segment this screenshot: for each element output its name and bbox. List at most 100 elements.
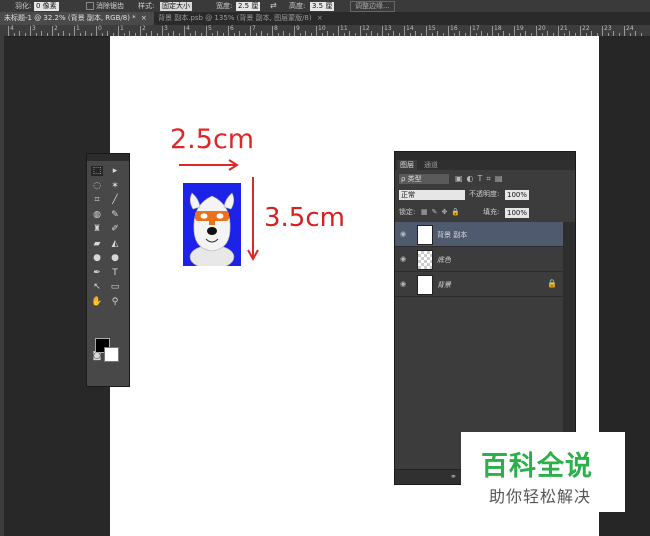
- feather-label: 羽化:: [15, 2, 32, 10]
- ruler-label: 7: [252, 25, 256, 32]
- layers-panel-header[interactable]: [395, 152, 575, 160]
- link-layers-icon[interactable]: ⚭: [450, 472, 457, 481]
- ruler-label: 0: [98, 25, 102, 32]
- ruler-minor-tick: [24, 33, 26, 36]
- brush-icon[interactable]: ✎: [109, 210, 121, 220]
- layer-thumbnail: [417, 225, 433, 245]
- ruler-tick: [558, 26, 559, 36]
- opacity-input[interactable]: 100%: [505, 190, 529, 200]
- ruler-label: 2: [142, 25, 146, 32]
- ruler-minor-tick: [35, 33, 37, 36]
- layer-name: 背景 副本: [437, 231, 468, 239]
- dodge-icon[interactable]: ●: [109, 253, 121, 263]
- tab-label: 未标题-1 @ 32.2% (背景 副本, RGB/8) *: [4, 14, 136, 22]
- ruler-tick: [470, 26, 471, 36]
- lock-options-icons[interactable]: ▦✎✥🔒: [421, 207, 464, 218]
- clone-stamp-icon[interactable]: ♜: [91, 224, 103, 234]
- ruler-label: 18: [494, 25, 502, 32]
- layer-filter-icons[interactable]: ▣◐T⌗▤: [455, 173, 507, 184]
- ruler-tick: [272, 26, 273, 36]
- ruler-label: 8: [274, 25, 278, 32]
- magic-wand-icon[interactable]: ✶: [109, 181, 121, 191]
- healing-brush-icon[interactable]: ◍: [91, 210, 103, 220]
- ruler-label: 23: [604, 25, 612, 32]
- path-selection-icon[interactable]: ↖: [91, 282, 103, 292]
- ruler-tick: [404, 26, 405, 36]
- ruler-minor-tick: [68, 33, 70, 36]
- ruler-tick: [162, 26, 163, 36]
- type-icon[interactable]: T: [109, 268, 121, 278]
- ruler-tick: [382, 26, 383, 36]
- ruler-tick: [52, 26, 53, 36]
- zoom-icon[interactable]: ⚲: [109, 297, 121, 307]
- ruler-tick: [426, 26, 427, 36]
- ruler-label: 12: [362, 25, 370, 32]
- paint-bucket-icon[interactable]: ◭: [109, 239, 121, 249]
- eraser-icon[interactable]: ▰: [91, 239, 103, 249]
- ruler-label: 16: [450, 25, 458, 32]
- tab-background-copy-psb[interactable]: 背景 副本.psb @ 135% (背景 副本, 图层蒙版/8) ×: [154, 12, 338, 25]
- ruler-label: 13: [384, 25, 392, 32]
- shape-icon[interactable]: ▭: [109, 282, 121, 292]
- tools-panel: ⬚▸◌✶⌗╱◍✎♜✐▰◭●●✒T↖▭✋⚲◙▣: [86, 153, 130, 387]
- height-label: 高度:: [289, 2, 306, 10]
- history-brush-icon[interactable]: ✐: [109, 224, 121, 234]
- antialias-checkbox[interactable]: [86, 2, 94, 10]
- height-input[interactable]: 3.5 厘: [310, 2, 335, 11]
- vertical-ruler[interactable]: [0, 36, 4, 536]
- ruler-tick: [294, 26, 295, 36]
- layer-row-background[interactable]: ◉ 背景 🔒: [395, 272, 563, 297]
- watermark: 百科全说 助你轻松解决: [461, 432, 625, 512]
- ruler-minor-tick: [13, 33, 15, 36]
- tab-channels[interactable]: 通道: [421, 160, 441, 170]
- ruler-label: 11: [340, 25, 348, 32]
- tab-untitled-1[interactable]: 未标题-1 @ 32.2% (背景 副本, RGB/8) * ×: [0, 12, 154, 25]
- ruler-tick: [316, 26, 317, 36]
- document-tab-bar: 未标题-1 @ 32.2% (背景 副本, RGB/8) * × 背景 副本.p…: [0, 12, 650, 25]
- ruler-tick: [448, 26, 449, 36]
- width-input[interactable]: 2.5 厘: [236, 2, 261, 11]
- ruler-label: 1: [76, 25, 80, 32]
- fill-input[interactable]: 100%: [505, 208, 529, 218]
- move-icon[interactable]: ▸: [109, 166, 121, 176]
- layer-row-base-color[interactable]: ◉ 底色: [395, 247, 563, 272]
- layer-thumbnail: [417, 275, 433, 295]
- crop-icon[interactable]: ⌗: [91, 195, 103, 205]
- antialias-label: 消除锯齿: [96, 2, 124, 10]
- marquee-icon[interactable]: ⬚: [91, 166, 103, 176]
- eye-icon[interactable]: ◉: [400, 255, 406, 263]
- eye-icon[interactable]: ◉: [400, 230, 406, 238]
- eye-icon[interactable]: ◉: [400, 280, 406, 288]
- ruler-label: 22: [582, 25, 590, 32]
- tools-panel-header[interactable]: [87, 154, 129, 161]
- pen-icon[interactable]: ✒: [91, 268, 103, 278]
- lock-label: 锁定:: [399, 208, 416, 216]
- close-icon[interactable]: ×: [141, 14, 147, 22]
- feather-input[interactable]: 0 像素: [34, 2, 59, 11]
- opacity-label: 不透明度:: [469, 190, 500, 198]
- ruler-label: 21: [560, 25, 568, 32]
- ruler-tick: [140, 26, 141, 36]
- layer-name: 底色: [437, 256, 451, 264]
- hand-icon[interactable]: ✋: [91, 297, 103, 307]
- refine-edge-button[interactable]: 调整边缘...: [350, 1, 395, 12]
- ruler-tick: [360, 26, 361, 36]
- blur-icon[interactable]: ●: [91, 253, 103, 263]
- swap-arrows-icon[interactable]: ⇄: [270, 0, 277, 12]
- layer-row-background-copy[interactable]: ◉ 背景 副本: [395, 222, 563, 247]
- tab-layers[interactable]: 图层: [397, 160, 417, 170]
- panel-tabs: 图层 通道: [395, 160, 575, 170]
- ruler-label: 3: [32, 25, 36, 32]
- background-color-swatch[interactable]: [104, 347, 119, 362]
- ruler-minor-tick: [46, 33, 48, 36]
- ruler-label: 3: [164, 25, 168, 32]
- ruler-tick: [96, 26, 97, 36]
- lasso-icon[interactable]: ◌: [91, 181, 103, 191]
- style-select[interactable]: 固定大小: [160, 2, 192, 11]
- ruler-label: 17: [472, 25, 480, 32]
- eyedropper-icon[interactable]: ╱: [109, 195, 121, 205]
- blend-mode-select[interactable]: 正常: [399, 190, 465, 200]
- ruler-tick: [30, 26, 31, 36]
- close-icon[interactable]: ×: [317, 14, 323, 22]
- layer-filter-kind-select[interactable]: ρ 类型: [399, 174, 449, 184]
